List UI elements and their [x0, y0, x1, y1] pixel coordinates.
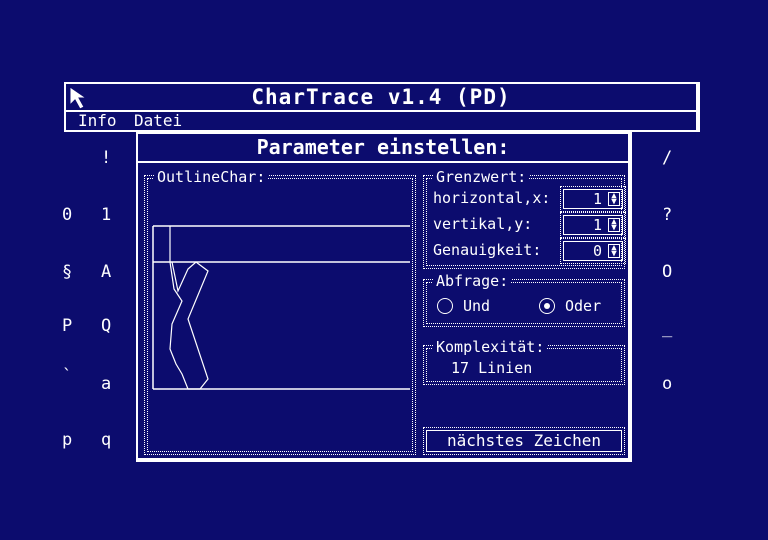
komplexitaet-value: 17 Linien [451, 359, 533, 377]
glyph: p [62, 430, 73, 450]
radio-und[interactable]: Und [437, 297, 507, 315]
abfrage-label: Abfrage: [433, 272, 512, 290]
vertikal-label: vertikal,y: [433, 215, 533, 233]
genauigkeit-label: Genauigkeit: [433, 241, 542, 259]
grenzwert-group: Grenzwert: horizontal,x: 1 ▲ ▼ vertikal,y… [423, 168, 626, 269]
radio-und-label: Und [463, 297, 491, 315]
up-down-arrows-icon[interactable]: ▲ ▼ [608, 192, 620, 207]
horizontal-stepper[interactable]: 1 ▲ ▼ [560, 186, 626, 212]
dialog-title: Parameter einstellen: [138, 134, 628, 163]
glyph: _ [662, 318, 673, 338]
glyph: 0 [62, 205, 73, 225]
app-title: CharTrace v1.4 (PD) [251, 85, 511, 109]
genauigkeit-stepper[interactable]: 0 ▲ ▼ [560, 238, 626, 264]
vertikal-value: 1 [592, 216, 602, 234]
glyph: § [62, 262, 73, 282]
glyph: 1 [101, 205, 112, 225]
glyph: o [662, 374, 673, 394]
abfrage-group: Abfrage: Und Oder [423, 272, 625, 327]
menu-item-info[interactable]: Info [78, 112, 117, 130]
glyph: / [662, 148, 673, 168]
up-down-arrows-icon[interactable]: ▲ ▼ [608, 218, 620, 233]
radio-oder[interactable]: Oder [539, 297, 619, 315]
glyph: a [101, 374, 112, 394]
title-bar[interactable]: CharTrace v1.4 (PD) [64, 82, 700, 112]
up-down-arrows-icon[interactable]: ▲ ▼ [608, 244, 620, 259]
grenzwert-label: Grenzwert: [433, 168, 530, 186]
menu-bar: Info Datei [64, 112, 700, 132]
komplexitaet-label: Komplexität: [433, 338, 548, 356]
next-char-button[interactable]: nächstes Zeichen [423, 427, 625, 455]
glyph: ! [101, 148, 112, 168]
horizontal-label: horizontal,x: [433, 189, 551, 207]
glyph: A [101, 262, 112, 282]
glyph: Q [101, 316, 112, 336]
radio-circle-icon [437, 298, 453, 314]
glyph: O [662, 262, 673, 282]
glyph: ? [662, 205, 673, 225]
outline-preview [152, 225, 410, 390]
glyph: P [62, 316, 73, 336]
glyph: ` [62, 366, 73, 386]
komplexitaet-group: Komplexität: 17 Linien [423, 338, 625, 385]
parameter-dialog: Parameter einstellen: OutlineChar: Grenz… [136, 132, 632, 462]
glyph: q [101, 430, 112, 450]
outline-char-group: OutlineChar: [144, 168, 416, 455]
horizontal-value: 1 [592, 190, 602, 208]
radio-selected-icon [539, 298, 555, 314]
menu-item-datei[interactable]: Datei [134, 112, 182, 130]
radio-oder-label: Oder [565, 297, 602, 315]
vertikal-stepper[interactable]: 1 ▲ ▼ [560, 212, 626, 238]
genauigkeit-value: 0 [592, 242, 602, 260]
